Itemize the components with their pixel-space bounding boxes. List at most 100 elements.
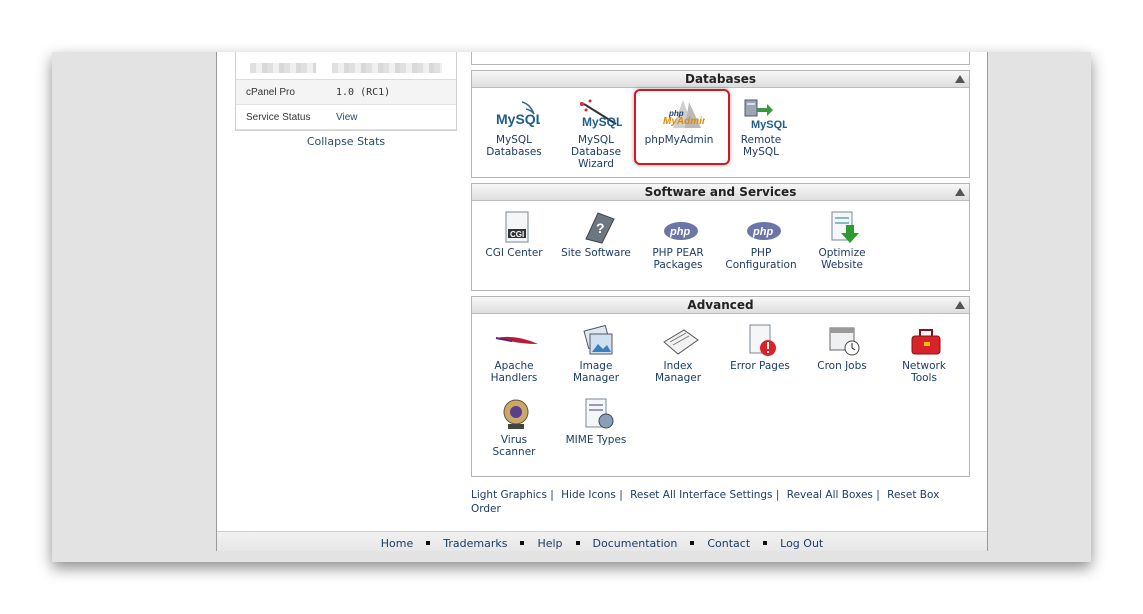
optimize-arrow-icon [822, 211, 862, 245]
item-label-line: Tools [911, 372, 937, 384]
item-label-line: MySQL [495, 134, 533, 146]
databases-panel: Databases MySQL MySQL Databases MySQL My… [471, 70, 970, 178]
error-warning-icon [740, 324, 780, 358]
previous-panel-bottom [471, 52, 970, 65]
stats-row-value: 1.0 (RC1) [336, 86, 391, 98]
item-label-line: Index [663, 360, 693, 372]
svg-text:CGI: CGI [510, 230, 524, 239]
item-label-line: CGI Center [485, 247, 543, 259]
mysql-logo-icon: MySQL [494, 98, 545, 132]
item-label-line: PHP [750, 247, 772, 259]
footer-trademarks-link[interactable]: Trademarks [443, 537, 507, 550]
mysql-wizard-icon: MySQL [576, 98, 623, 132]
network-tools-item[interactable]: Network Tools [883, 324, 965, 384]
item-label-line: Virus [500, 434, 528, 446]
item-label-line: Site Software [561, 247, 631, 259]
php-configuration-item[interactable]: php PHP Configuration [720, 211, 802, 271]
footer-home-link[interactable]: Home [381, 537, 413, 550]
redacted-value [332, 63, 442, 73]
item-label-line: Scanner [492, 446, 536, 458]
software-panel-header[interactable]: Software and Services [472, 184, 969, 201]
item-label-line: Error Pages [730, 360, 790, 372]
virus-scanner-item[interactable]: Virus Scanner [473, 398, 555, 458]
redacted-row [236, 52, 456, 80]
footer-logout-link[interactable]: Log Out [780, 537, 823, 550]
redacted-label [250, 63, 316, 73]
toolbox-icon [904, 324, 944, 358]
bullet-icon [520, 541, 525, 545]
phpmyadmin-logo-icon: php MyAdmin [659, 98, 708, 132]
site-software-item[interactable]: ? Site Software [555, 211, 637, 259]
item-label-line: Packages [653, 259, 703, 271]
item-label-line: Image [579, 360, 613, 372]
hide-icons-link[interactable]: Hide Icons [561, 489, 616, 501]
stats-row-label: Service Status [246, 111, 311, 123]
php-logo-icon: php [658, 211, 698, 245]
collapse-triangle-icon[interactable] [955, 301, 965, 309]
site-software-icon: ? [576, 211, 616, 245]
advanced-panel-header[interactable]: Advanced [472, 297, 969, 314]
link-separator: | [775, 489, 780, 501]
apache-handlers-item[interactable]: Apache Handlers [473, 324, 555, 384]
interface-links: Light Graphics | Hide Icons | Reset All … [471, 488, 971, 516]
collapse-stats-link[interactable]: Collapse Stats [235, 135, 457, 148]
footer-contact-link[interactable]: Contact [707, 537, 750, 550]
stats-row-label: cPanel Pro [246, 86, 295, 98]
item-label-line: Apache [494, 360, 534, 372]
item-label-line: Manager [572, 372, 620, 384]
index-book-icon [658, 324, 699, 358]
svg-text:php: php [752, 226, 773, 238]
remote-mysql-item[interactable]: MySQL Remote MySQL [720, 98, 802, 158]
item-label-line: MIME Types [565, 434, 627, 446]
item-label-line: MySQL [577, 134, 615, 146]
optimize-website-item[interactable]: Optimize Website [801, 211, 883, 271]
svg-text:php: php [669, 226, 690, 238]
calendar-clock-icon [822, 324, 862, 358]
panel-title: Software and Services [644, 185, 797, 199]
collapse-triangle-icon[interactable] [955, 188, 965, 196]
item-label-line: Configuration [725, 259, 797, 271]
item-label-line: Database [570, 146, 622, 158]
footer-documentation-link[interactable]: Documentation [593, 537, 678, 550]
bullet-icon [763, 541, 768, 545]
php-pear-packages-item[interactable]: php PHP PEAR Packages [637, 211, 719, 271]
svg-text:MyAdmin: MyAdmin [663, 116, 705, 127]
link-separator: | [619, 489, 623, 501]
stats-box: cPanel Pro 1.0 (RC1) Service Status View [235, 52, 457, 131]
virus-scanner-icon [494, 398, 534, 432]
service-status-view-link[interactable]: View [336, 112, 358, 123]
index-manager-item[interactable]: Index Manager [637, 324, 719, 384]
cpanel-page: cPanel Pro 1.0 (RC1) Service Status View… [216, 52, 988, 551]
item-label-line: Manager [654, 372, 702, 384]
advanced-panel: Advanced Apache Handlers Image Manager I… [471, 296, 970, 477]
svg-text:MySQL: MySQL [751, 119, 787, 131]
item-label-line: Optimize [818, 247, 866, 259]
item-label-line: Cron Jobs [817, 360, 867, 372]
reset-interface-settings-link[interactable]: Reset All Interface Settings [630, 489, 772, 501]
link-separator: | [876, 489, 880, 501]
remote-mysql-icon: MySQL [741, 98, 789, 132]
cron-jobs-item[interactable]: Cron Jobs [801, 324, 883, 372]
apache-feather-icon [494, 324, 538, 358]
link-separator: | [550, 489, 554, 501]
cgi-center-item[interactable]: CGI CGI Center [473, 211, 555, 259]
mime-document-icon [576, 398, 616, 432]
phpmyadmin-item[interactable]: php MyAdmin phpMyAdmin [638, 98, 720, 146]
databases-panel-header[interactable]: Databases [472, 71, 969, 88]
footer-help-link[interactable]: Help [537, 537, 562, 550]
reveal-all-boxes-link[interactable]: Reveal All Boxes [787, 489, 873, 501]
mysql-database-wizard-item[interactable]: MySQL MySQL Database Wizard [555, 98, 637, 170]
mysql-databases-item[interactable]: MySQL MySQL Databases [473, 98, 555, 158]
svg-text:?: ? [596, 220, 605, 236]
bullet-icon [575, 541, 580, 545]
mysql-logo-text: MySQL [496, 111, 540, 127]
cgi-document-icon: CGI [494, 211, 534, 245]
error-pages-item[interactable]: Error Pages [719, 324, 801, 372]
collapse-triangle-icon[interactable] [955, 75, 965, 83]
image-manager-item[interactable]: Image Manager [555, 324, 637, 384]
bullet-icon [426, 541, 431, 545]
light-graphics-link[interactable]: Light Graphics [471, 489, 547, 501]
footer-nav: Home Trademarks Help Documentation Contact Lo… [217, 531, 987, 551]
image-manager-icon [576, 324, 616, 358]
mime-types-item[interactable]: MIME Types [555, 398, 637, 446]
